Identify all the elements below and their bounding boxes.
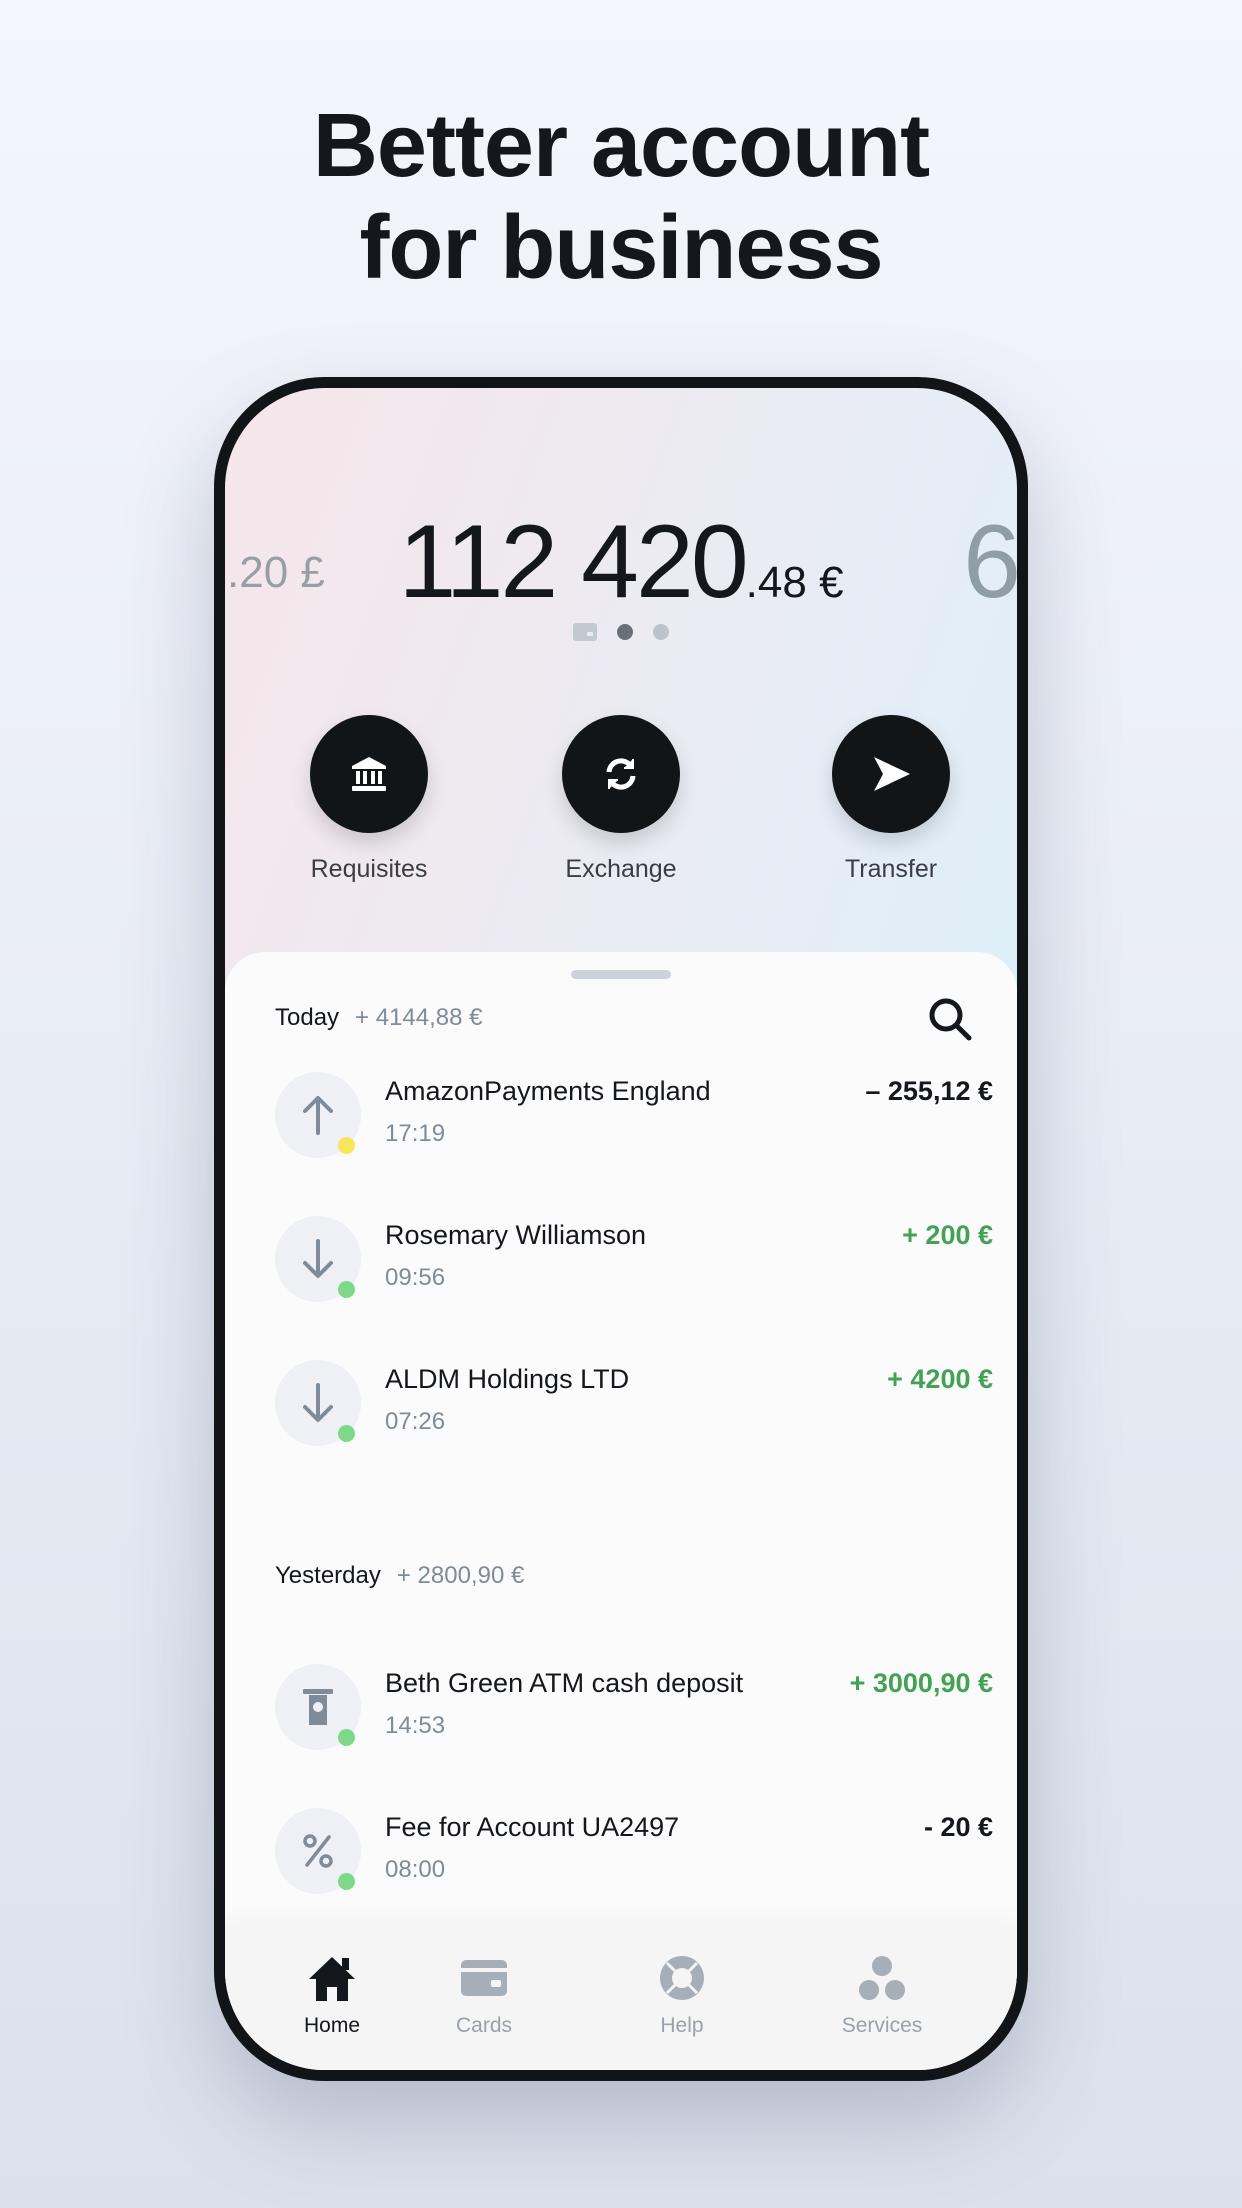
pager-dot[interactable] <box>653 624 669 640</box>
balance-integer: 112 420 <box>398 504 748 620</box>
transaction-title: AmazonPayments England <box>385 1076 711 1106</box>
transaction-time: 14:53 <box>385 1712 446 1739</box>
balance-pager[interactable] <box>225 623 1017 641</box>
transaction-row[interactable]: AmazonPayments England 17:19 – 255,12 € <box>275 1072 993 1162</box>
transaction-title: Beth Green ATM cash deposit <box>385 1668 744 1698</box>
tab-services[interactable]: Services <box>807 1955 957 2038</box>
app-screen: .20 £ 6 112 420.48 € Requisites Exchange… <box>225 388 1017 2070</box>
transaction-amount: + 3000,90 € <box>849 1668 993 1698</box>
transfer-label: Transfer <box>844 855 938 883</box>
headline: Better account for business <box>0 95 1242 299</box>
transaction-title: Fee for Account UA2497 <box>385 1812 680 1842</box>
transaction-title: Rosemary Williamson <box>385 1220 647 1250</box>
home-icon <box>309 1957 355 2001</box>
exchange-icon <box>562 715 680 833</box>
sheet-drag-handle[interactable] <box>571 970 671 979</box>
pager-dot-active[interactable] <box>617 624 633 640</box>
tab-home[interactable]: Home <box>257 1955 407 2038</box>
transactions-sheet: Today + 4144,88 € AmazonPayments England 1… <box>225 952 1017 2070</box>
card-icon <box>461 1960 507 1996</box>
status-dot <box>338 1137 355 1154</box>
status-dot <box>338 1425 355 1442</box>
transaction-row[interactable]: ALDM Holdings LTD 07:26 + 4200 € <box>275 1360 993 1450</box>
group-label: Today <box>275 1004 340 1031</box>
transaction-title: ALDM Holdings LTD <box>385 1364 630 1394</box>
status-dot <box>338 1281 355 1298</box>
exchange-button[interactable]: Exchange <box>521 715 721 884</box>
requisites-label: Requisites <box>310 855 428 883</box>
transaction-row[interactable]: Beth Green ATM cash deposit 14:53 + 3000,9… <box>275 1664 993 1754</box>
search-icon[interactable] <box>927 996 973 1047</box>
exchange-label: Exchange <box>565 855 677 883</box>
tab-label: Help <box>660 2014 704 2037</box>
tab-label: Services <box>841 2014 923 2037</box>
balance: 112 420.48 € <box>225 503 1017 622</box>
transaction-time: 17:19 <box>385 1120 446 1147</box>
headline-line-2: for business <box>359 198 883 298</box>
group-header-today: Today + 4144,88 € <box>275 1004 483 1032</box>
transaction-row[interactable]: Rosemary Williamson 09:56 + 200 € <box>275 1216 993 1306</box>
transaction-time: 08:00 <box>385 1856 446 1883</box>
transaction-row[interactable]: Fee for Account UA2497 08:00 - 20 € <box>275 1808 993 1898</box>
transaction-amount: - 20 € <box>923 1812 993 1842</box>
tab-help[interactable]: Help <box>607 1955 757 2038</box>
group-sum: + 4144,88 € <box>355 1004 483 1031</box>
balance-fraction: .48 € <box>745 558 844 607</box>
group-label: Yesterday <box>275 1562 381 1589</box>
bank-icon <box>310 715 428 833</box>
transfer-button[interactable]: Transfer <box>791 715 991 884</box>
services-icon <box>859 1956 905 2000</box>
tab-label: Home <box>303 2014 361 2037</box>
transaction-amount: + 4200 € <box>887 1364 993 1394</box>
card-icon <box>573 623 597 641</box>
status-dot <box>338 1873 355 1890</box>
tab-cards[interactable]: Cards <box>409 1955 559 2038</box>
tab-bar: Home Cards Help Services <box>225 1925 1017 2070</box>
requisites-button[interactable]: Requisites <box>269 715 469 884</box>
group-sum: + 2800,90 € <box>396 1562 525 1589</box>
transaction-time: 07:26 <box>385 1408 446 1435</box>
tab-label: Cards <box>455 2014 513 2037</box>
transaction-amount: + 200 € <box>902 1220 993 1250</box>
headline-line-1: Better account <box>312 96 930 196</box>
status-dot <box>338 1729 355 1746</box>
lifebuoy-icon <box>660 1956 704 2000</box>
group-header-yesterday: Yesterday + 2800,90 € <box>275 1562 524 1590</box>
send-icon <box>832 715 950 833</box>
phone-frame: .20 £ 6 112 420.48 € Requisites Exchange… <box>214 377 1028 2081</box>
transaction-time: 09:56 <box>385 1264 446 1291</box>
transaction-amount: – 255,12 € <box>865 1076 993 1106</box>
